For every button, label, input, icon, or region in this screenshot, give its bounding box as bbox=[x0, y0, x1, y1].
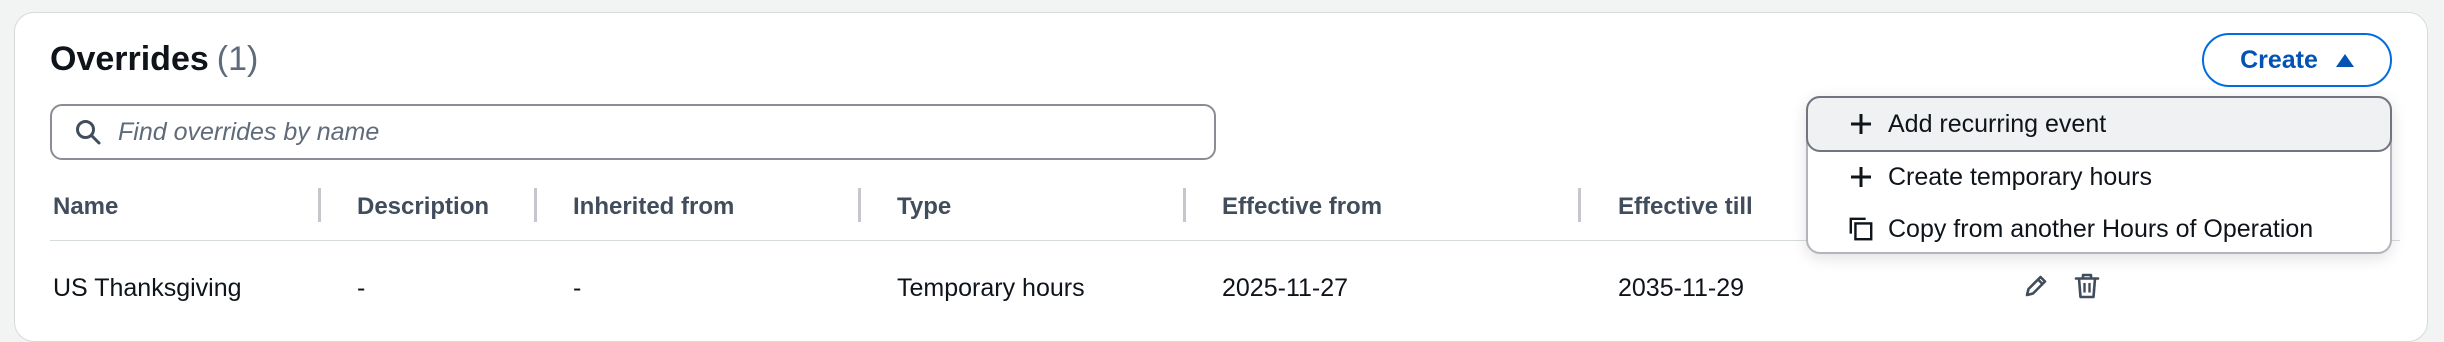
column-header-effective-from[interactable]: Effective from bbox=[1222, 193, 1382, 221]
cell-description: - bbox=[357, 274, 366, 302]
column-divider[interactable] bbox=[1578, 188, 1581, 222]
column-header-effective-till[interactable]: Effective till bbox=[1618, 193, 1753, 221]
delete-icon[interactable] bbox=[2072, 271, 2102, 301]
caret-up-icon bbox=[2335, 53, 2354, 67]
menu-item-label: Copy from another Hours of Operation bbox=[1888, 214, 2314, 243]
override-count: (1) bbox=[216, 40, 259, 78]
cell-inherited-from: - bbox=[573, 274, 582, 302]
menu-item-create-temporary-hours[interactable]: Create temporary hours bbox=[1808, 152, 2152, 202]
menu-item-copy-hours[interactable]: Copy from another Hours of Operation bbox=[1808, 204, 2313, 254]
create-dropdown-menu: Add recurring event Create temporary hou… bbox=[1806, 96, 2392, 254]
column-header-type[interactable]: Type bbox=[897, 193, 951, 221]
column-divider[interactable] bbox=[858, 188, 861, 222]
cell-name: US Thanksgiving bbox=[53, 274, 242, 302]
create-button[interactable]: Create bbox=[2202, 33, 2392, 87]
column-header-name[interactable]: Name bbox=[53, 193, 118, 221]
copy-icon bbox=[1848, 216, 1874, 242]
title-text: Overrides bbox=[50, 40, 209, 78]
plus-icon bbox=[1848, 111, 1874, 137]
column-header-description[interactable]: Description bbox=[357, 193, 489, 221]
search-icon bbox=[76, 120, 101, 145]
column-divider[interactable] bbox=[1183, 188, 1186, 222]
column-header-inherited-from[interactable]: Inherited from bbox=[573, 193, 734, 221]
menu-item-add-recurring-event[interactable]: Add recurring event bbox=[1806, 96, 2392, 152]
edit-icon[interactable] bbox=[2021, 271, 2051, 301]
cell-effective-till: 2035-11-29 bbox=[1618, 274, 1745, 302]
create-button-label: Create bbox=[2240, 45, 2318, 74]
search-input[interactable] bbox=[116, 116, 1120, 148]
plus-icon bbox=[1848, 164, 1874, 190]
menu-item-label: Add recurring event bbox=[1888, 109, 2107, 138]
search-field[interactable] bbox=[50, 104, 1216, 160]
cell-type: Temporary hours bbox=[897, 274, 1085, 302]
column-divider[interactable] bbox=[318, 188, 321, 222]
column-divider[interactable] bbox=[534, 188, 537, 222]
page-title: Overrides (1) bbox=[50, 40, 258, 79]
cell-effective-from: 2025-11-27 bbox=[1222, 274, 1349, 302]
menu-item-label: Create temporary hours bbox=[1888, 162, 2153, 191]
